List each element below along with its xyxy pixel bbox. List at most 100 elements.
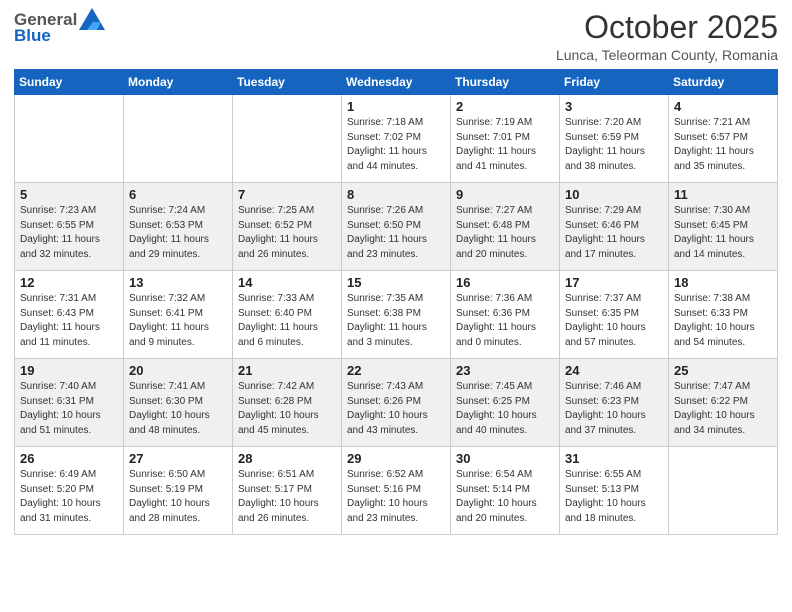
day-cell-3: 3Sunrise: 7:20 AM Sunset: 6:59 PM Daylig… <box>560 95 669 183</box>
day-number: 27 <box>129 451 227 466</box>
day-info: Sunrise: 7:31 AM Sunset: 6:43 PM Dayligh… <box>20 292 118 350</box>
day-cell-4: 4 Sunrise: 7:21 AM Sunset: 6:57 PM Daylig… <box>669 95 778 183</box>
day-info: Sunrise: 7:43 AM Sunset: 6:26 PM Dayligh… <box>347 380 445 438</box>
month-title: October 2025 <box>556 10 778 45</box>
day-info: Sunrise: 6:52 AM Sunset: 5:16 PM Dayligh… <box>347 468 445 526</box>
header: General Blue October 2025 Lunca, Teleorm… <box>14 10 778 63</box>
logo-icon <box>79 8 105 30</box>
week-row-5: 26 Sunrise: 6:49 AM Sunset: 5:20 PM Dayli… <box>15 447 778 535</box>
day-cell-29: 29 Sunrise: 6:52 AM Sunset: 5:16 PM Dayli… <box>342 447 451 535</box>
day-cell-9: 9 Sunrise: 7:27 AM Sunset: 6:48 PM Daylig… <box>451 183 560 271</box>
day-number: 1 <box>347 99 445 114</box>
day-number: 29 <box>347 451 445 466</box>
day-cell-31: 31 Sunrise: 6:55 AM Sunset: 5:13 PM Dayli… <box>560 447 669 535</box>
day-number: 15 <box>347 275 445 290</box>
day-number: 24 <box>565 363 663 378</box>
day-info: Sunrise: 7:40 AM Sunset: 6:31 PM Dayligh… <box>20 380 118 438</box>
empty-cell <box>124 95 233 183</box>
day-header-tuesday: Tuesday <box>233 70 342 95</box>
day-info: Sunrise: 7:37 AM Sunset: 6:35 PM Dayligh… <box>565 292 663 350</box>
week-row-4: 19 Sunrise: 7:40 AM Sunset: 6:31 PM Dayli… <box>15 359 778 447</box>
day-number: 20 <box>129 363 227 378</box>
day-info: Sunrise: 7:45 AM Sunset: 6:25 PM Dayligh… <box>456 380 554 438</box>
day-info: Sunrise: 7:42 AM Sunset: 6:28 PM Dayligh… <box>238 380 336 438</box>
day-info: Sunrise: 7:47 AM Sunset: 6:22 PM Dayligh… <box>674 380 772 438</box>
calendar-table: SundayMondayTuesdayWednesdayThursdayFrid… <box>14 69 778 535</box>
day-info: Sunrise: 7:23 AM Sunset: 6:55 PM Dayligh… <box>20 204 118 262</box>
empty-cell <box>15 95 124 183</box>
day-number: 21 <box>238 363 336 378</box>
day-number: 13 <box>129 275 227 290</box>
day-info: Sunrise: 7:19 AM Sunset: 7:01 PM Dayligh… <box>456 116 554 174</box>
week-row-1: 1 Sunrise: 7:18 AM Sunset: 7:02 PM Daylig… <box>15 95 778 183</box>
day-info: Sunrise: 7:24 AM Sunset: 6:53 PM Dayligh… <box>129 204 227 262</box>
day-cell-25: 25 Sunrise: 7:47 AM Sunset: 6:22 PM Dayli… <box>669 359 778 447</box>
day-number: 8 <box>347 187 445 202</box>
week-row-2: 5 Sunrise: 7:23 AM Sunset: 6:55 PM Daylig… <box>15 183 778 271</box>
day-info: Sunrise: 7:41 AM Sunset: 6:30 PM Dayligh… <box>129 380 227 438</box>
day-cell-24: 24 Sunrise: 7:46 AM Sunset: 6:23 PM Dayli… <box>560 359 669 447</box>
day-number: 18 <box>674 275 772 290</box>
day-number: 16 <box>456 275 554 290</box>
day-number: 31 <box>565 451 663 466</box>
day-info: Sunrise: 7:18 AM Sunset: 7:02 PM Dayligh… <box>347 116 445 174</box>
day-cell-18: 18 Sunrise: 7:38 AM Sunset: 6:33 PM Dayli… <box>669 271 778 359</box>
day-cell-21: 21 Sunrise: 7:42 AM Sunset: 6:28 PM Dayli… <box>233 359 342 447</box>
day-cell-11: 11 Sunrise: 7:30 AM Sunset: 6:45 PM Dayli… <box>669 183 778 271</box>
day-number: 6 <box>129 187 227 202</box>
day-cell-23: 23 Sunrise: 7:45 AM Sunset: 6:25 PM Dayli… <box>451 359 560 447</box>
day-number: 12 <box>20 275 118 290</box>
week-row-3: 12 Sunrise: 7:31 AM Sunset: 6:43 PM Dayli… <box>15 271 778 359</box>
logo-blue: Blue <box>14 26 51 46</box>
day-cell-8: 8Sunrise: 7:26 AM Sunset: 6:50 PM Daylig… <box>342 183 451 271</box>
day-number: 9 <box>456 187 554 202</box>
day-info: Sunrise: 7:46 AM Sunset: 6:23 PM Dayligh… <box>565 380 663 438</box>
day-number: 26 <box>20 451 118 466</box>
day-cell-10: 10Sunrise: 7:29 AM Sunset: 6:46 PM Dayli… <box>560 183 669 271</box>
day-number: 5 <box>20 187 118 202</box>
title-block: October 2025 Lunca, Teleorman County, Ro… <box>556 10 778 63</box>
day-info: Sunrise: 7:25 AM Sunset: 6:52 PM Dayligh… <box>238 204 336 262</box>
day-info: Sunrise: 7:32 AM Sunset: 6:41 PM Dayligh… <box>129 292 227 350</box>
day-header-monday: Monday <box>124 70 233 95</box>
day-info: Sunrise: 6:54 AM Sunset: 5:14 PM Dayligh… <box>456 468 554 526</box>
empty-cell <box>669 447 778 535</box>
day-info: Sunrise: 7:30 AM Sunset: 6:45 PM Dayligh… <box>674 204 772 262</box>
day-cell-22: 22 Sunrise: 7:43 AM Sunset: 6:26 PM Dayli… <box>342 359 451 447</box>
day-cell-12: 12 Sunrise: 7:31 AM Sunset: 6:43 PM Dayli… <box>15 271 124 359</box>
day-info: Sunrise: 7:27 AM Sunset: 6:48 PM Dayligh… <box>456 204 554 262</box>
day-cell-2: 2Sunrise: 7:19 AM Sunset: 7:01 PM Daylig… <box>451 95 560 183</box>
day-cell-13: 13 Sunrise: 7:32 AM Sunset: 6:41 PM Dayli… <box>124 271 233 359</box>
day-number: 4 <box>674 99 772 114</box>
day-header-thursday: Thursday <box>451 70 560 95</box>
day-header-wednesday: Wednesday <box>342 70 451 95</box>
day-number: 19 <box>20 363 118 378</box>
day-number: 14 <box>238 275 336 290</box>
day-number: 23 <box>456 363 554 378</box>
day-number: 7 <box>238 187 336 202</box>
day-cell-30: 30 Sunrise: 6:54 AM Sunset: 5:14 PM Dayli… <box>451 447 560 535</box>
day-info: Sunrise: 6:55 AM Sunset: 5:13 PM Dayligh… <box>565 468 663 526</box>
day-cell-7: 7 Sunrise: 7:25 AM Sunset: 6:52 PM Daylig… <box>233 183 342 271</box>
day-info: Sunrise: 7:21 AM Sunset: 6:57 PM Dayligh… <box>674 116 772 174</box>
day-number: 22 <box>347 363 445 378</box>
day-cell-16: 16Sunrise: 7:36 AM Sunset: 6:36 PM Dayli… <box>451 271 560 359</box>
day-cell-1: 1 Sunrise: 7:18 AM Sunset: 7:02 PM Daylig… <box>342 95 451 183</box>
day-cell-20: 20 Sunrise: 7:41 AM Sunset: 6:30 PM Dayli… <box>124 359 233 447</box>
day-info: Sunrise: 7:38 AM Sunset: 6:33 PM Dayligh… <box>674 292 772 350</box>
day-number: 30 <box>456 451 554 466</box>
logo: General Blue <box>14 10 105 46</box>
empty-cell <box>233 95 342 183</box>
day-cell-15: 15Sunrise: 7:35 AM Sunset: 6:38 PM Dayli… <box>342 271 451 359</box>
day-info: Sunrise: 7:29 AM Sunset: 6:46 PM Dayligh… <box>565 204 663 262</box>
day-cell-14: 14 Sunrise: 7:33 AM Sunset: 6:40 PM Dayli… <box>233 271 342 359</box>
day-info: Sunrise: 6:49 AM Sunset: 5:20 PM Dayligh… <box>20 468 118 526</box>
day-header-friday: Friday <box>560 70 669 95</box>
day-number: 11 <box>674 187 772 202</box>
day-cell-26: 26 Sunrise: 6:49 AM Sunset: 5:20 PM Dayli… <box>15 447 124 535</box>
day-info: Sunrise: 7:33 AM Sunset: 6:40 PM Dayligh… <box>238 292 336 350</box>
day-cell-17: 17 Sunrise: 7:37 AM Sunset: 6:35 PM Dayli… <box>560 271 669 359</box>
day-number: 17 <box>565 275 663 290</box>
day-cell-6: 6 Sunrise: 7:24 AM Sunset: 6:53 PM Daylig… <box>124 183 233 271</box>
day-number: 25 <box>674 363 772 378</box>
